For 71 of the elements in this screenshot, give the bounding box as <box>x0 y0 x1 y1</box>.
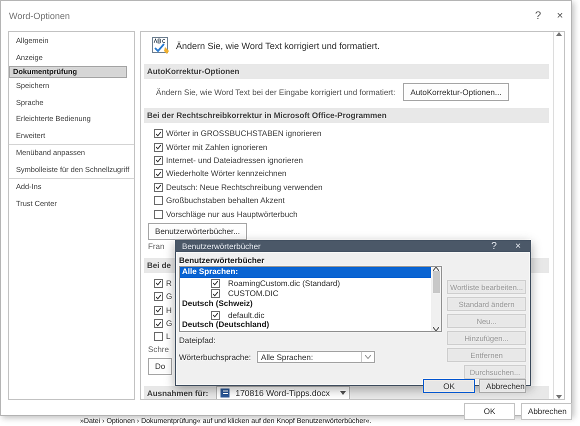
checkbox-label[interactable]: G <box>166 319 172 328</box>
option-label: Fran <box>148 240 164 253</box>
dialog-title: Benutzerwörterbücher <box>182 242 262 251</box>
checkbox-label[interactable]: Vorschläge nur aus Hauptwörterbuch <box>166 210 298 219</box>
checkbox[interactable] <box>154 156 163 165</box>
checkbox-label[interactable]: H <box>166 306 172 315</box>
dialog-button[interactable]: Abbrechen <box>521 403 572 420</box>
section-title: Bei der Rechtschreibkorrektur in Microsoft Office-Programmen <box>147 111 387 120</box>
caret-icon <box>340 391 346 396</box>
dialog-button[interactable]: OK <box>423 379 475 393</box>
checkbox[interactable] <box>154 142 163 152</box>
checkbox[interactable] <box>211 310 220 320</box>
list-label: Benutzerwörterbücher <box>179 256 266 266</box>
document-dropdown[interactable]: 170816 Word-Tipps.docx <box>216 386 350 399</box>
scroll-down-icon[interactable] <box>433 327 440 331</box>
checkbox[interactable] <box>154 210 163 219</box>
option-label: Schre <box>148 344 169 356</box>
help-button[interactable]: ? <box>527 10 549 22</box>
checkbox[interactable] <box>154 169 163 178</box>
checkbox-label[interactable]: Deutsch: Neue Rechtschreibung verwenden <box>166 182 323 192</box>
option-button[interactable]: Benutzerwörterbücher... <box>148 222 247 240</box>
language-dropdown[interactable]: Alle Sprachen: <box>257 351 376 363</box>
section-title: Bei de <box>147 260 172 270</box>
checkbox-label[interactable]: Internet- und Dateiadressen ignorieren <box>166 156 303 165</box>
language-group[interactable]: Deutsch (Schweiz) <box>180 299 432 310</box>
dictionary-file[interactable]: RoamingCustom.dic (Standard) <box>228 278 340 288</box>
language-label: Wörterbuchsprache: <box>179 352 252 362</box>
chevron-down-icon <box>365 355 372 359</box>
checkbox[interactable] <box>211 278 220 288</box>
scrollbar[interactable] <box>431 267 442 331</box>
checkbox-label[interactable]: Großbuchstaben behalten Akzent <box>166 196 285 206</box>
spellcheck-icon <box>152 37 170 55</box>
checkbox-label[interactable]: L <box>166 332 170 342</box>
description-text: Ändern Sie, wie Word Text bei der Eingabe korrigiert und formatiert: <box>156 88 396 96</box>
close-button[interactable]: × <box>506 241 530 252</box>
checkbox[interactable] <box>154 129 163 138</box>
scrollbar[interactable] <box>553 32 564 399</box>
file-path-label: Dateipfad: <box>179 335 216 347</box>
checkbox[interactable] <box>154 278 163 288</box>
intro-text: Ändern Sie, wie Word Text korrigiert und formatiert. <box>176 41 380 51</box>
dictionary-file[interactable]: default.dic <box>228 310 264 320</box>
language-group[interactable]: Deutsch (Deutschland) <box>180 320 432 331</box>
checkbox[interactable] <box>154 196 163 206</box>
checkbox[interactable] <box>211 289 220 298</box>
dictionary-list[interactable]: Alle Sprachen: RoamingCustom.dic (Standard) CUSTOM.DIC Deutsch (Schweiz) default.dic Deutsch (Deutschland) <box>179 266 442 332</box>
dialog-button[interactable]: Abbrechen <box>479 379 526 393</box>
checkbox-label[interactable]: G <box>166 292 172 302</box>
scroll-up-icon[interactable] <box>433 267 440 271</box>
document-icon <box>220 388 232 398</box>
section-title: AutoKorrektur-Optionen <box>147 67 240 76</box>
language-group[interactable]: Alle Sprachen: <box>180 267 432 278</box>
help-button[interactable]: ? <box>482 241 506 252</box>
checkbox[interactable] <box>154 306 163 315</box>
checkbox-label[interactable]: Wörter in GROSSBUCHSTABEN ignorieren <box>166 129 322 138</box>
checkbox-label[interactable]: Wörter mit Zahlen ignorieren <box>166 142 268 152</box>
autocorrect-options-button[interactable]: AutoKorrektur-Optionen... <box>403 83 509 101</box>
scroll-thumb[interactable] <box>432 271 440 293</box>
checkbox[interactable] <box>154 332 163 342</box>
option-button[interactable]: Do <box>148 358 172 375</box>
section-title: Ausnahmen für: <box>147 388 208 398</box>
checkbox-label[interactable]: R <box>166 278 172 288</box>
checkbox[interactable] <box>154 319 163 328</box>
checkbox-label[interactable]: Wiederholte Wörter kennzeichnen <box>166 169 287 178</box>
scroll-up-icon[interactable] <box>556 32 562 36</box>
close-button[interactable]: × <box>549 10 571 22</box>
window-title: Word-Optionen <box>9 11 71 21</box>
scroll-down-icon[interactable] <box>556 395 562 399</box>
checkbox[interactable] <box>154 292 163 302</box>
dictionary-file[interactable]: CUSTOM.DIC <box>228 289 279 298</box>
checkbox[interactable] <box>154 182 163 192</box>
dialog-button[interactable]: OK <box>464 403 515 420</box>
